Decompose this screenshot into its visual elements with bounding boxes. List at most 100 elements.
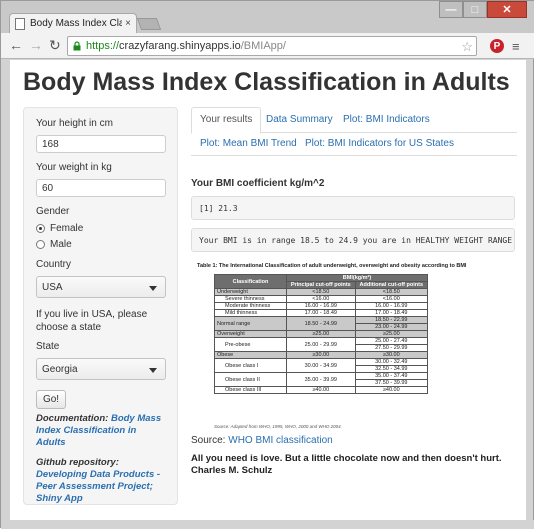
classification-cell: Underweight (214, 288, 287, 296)
table-row: Severe thinness <16.00 <16.00 (214, 295, 429, 303)
browser-tab[interactable]: Body Mass Index Cla × (9, 13, 137, 33)
additional-cutoff-cell: 17.00 - 18.49 (354, 309, 429, 317)
additional-cutoff-cell: ≥40.00 (354, 386, 429, 394)
height-label: Your height in cm (36, 118, 113, 129)
address-bar[interactable]: https://crazyfarang.shinyapps.io/BMIApp/… (67, 36, 477, 56)
gender-option-label: Male (50, 239, 72, 250)
table-header-row: Classification BMI(kg/m²) (214, 274, 428, 289)
radio-male[interactable] (36, 240, 45, 249)
state-value: Georgia (42, 364, 78, 375)
additional-cutoff-cell: 23.00 - 24.99 (354, 323, 429, 331)
table-row: Mild thinness 17.00 - 18.49 17.00 - 18.49 (214, 309, 429, 317)
url-host: crazyfarang.shinyapps.io (119, 40, 241, 52)
weight-input[interactable]: 60 (36, 179, 166, 197)
classification-cell: Obese class III (214, 386, 287, 394)
go-button[interactable]: Go! (36, 390, 66, 409)
page-title: Body Mass Index Classification in Adults (23, 68, 510, 96)
gender-option-label: Female (50, 223, 84, 234)
menu-icon[interactable]: ≡ (512, 39, 520, 54)
maximize-button[interactable]: □ (463, 1, 487, 18)
tab-data-summary[interactable]: Data Summary (266, 114, 333, 125)
repository-prefix: Github repository: (36, 457, 119, 468)
minimize-button[interactable]: — (439, 1, 463, 18)
bmi-range-output: Your BMI is in range 18.5 to 24.9 you ar… (191, 228, 515, 252)
table-row: Pre-obese 25.00 - 29.99 25.00 - 27.49 (214, 337, 429, 352)
tab-row-2: Plot: Mean BMI Trend Plot: BMI Indicator… (191, 133, 517, 156)
principal-cutoff-cell: 17.00 - 18.49 (286, 309, 356, 317)
table-row: Normal range 18.50 - 24.99 18.50 - 22.99 (214, 316, 429, 331)
usa-note: If you live in USA, please choose a stat… (36, 309, 148, 333)
tab-your-results[interactable]: Your results (191, 107, 262, 134)
gender-label: Gender (36, 206, 70, 217)
country-label: Country (36, 259, 72, 270)
source-prefix: Source: (191, 435, 229, 446)
principal-cutoff-cell: 16.00 - 16.99 (286, 302, 356, 310)
radio-female[interactable] (36, 224, 45, 233)
state-select[interactable]: Georgia (36, 358, 166, 380)
tab-plot-us-states[interactable]: Plot: BMI Indicators for US States (305, 138, 454, 149)
tab-plot-mean-bmi-trend[interactable]: Plot: Mean BMI Trend (200, 138, 297, 149)
tab-plot-bmi-indicators[interactable]: Plot: BMI Indicators (343, 114, 430, 125)
header-classification: Classification (214, 274, 287, 289)
reload-icon[interactable]: ↻ (49, 38, 61, 52)
tab-close-icon[interactable]: × (125, 18, 131, 29)
table-row: Obese class I 30.00 - 34.99 30.00 - 32.49 (214, 358, 429, 373)
additional-cutoff-cell: ≥30.00 (354, 351, 429, 359)
who-table-source: Source: Adapted from WHO, 1995, WHO, 200… (214, 424, 342, 429)
additional-cutoff-cell: 37.50 - 39.99 (354, 379, 429, 387)
url-path: /BMIApp/ (240, 40, 286, 52)
close-window-button[interactable]: ✕ (487, 1, 527, 18)
classification-cell: Pre-obese (214, 337, 287, 352)
source-line: Source: WHO BMI classification (191, 435, 333, 446)
forward-arrow-icon[interactable]: → (29, 38, 43, 52)
who-classification-table: Classification BMI(kg/m²) Principal cut-… (214, 274, 429, 394)
classification-cell: Obese (214, 351, 287, 359)
who-classification-link[interactable]: WHO BMI classification (228, 435, 332, 446)
browser-window: Body Mass Index Cla × — □ ✕ ← → ↻ https:… (0, 0, 534, 529)
window-controls: — □ ✕ (439, 1, 527, 18)
repository-link[interactable]: Developing Data Products - Peer Assessme… (36, 469, 160, 504)
chevron-down-icon (149, 286, 157, 291)
pinterest-extension-icon[interactable]: P (490, 39, 504, 53)
classification-cell: Moderate thinness (214, 302, 287, 310)
bmi-coefficient-output: [1] 21.3 (191, 196, 515, 220)
additional-cutoff-cell: ≥25.00 (354, 330, 429, 338)
lock-icon (73, 41, 81, 51)
principal-cutoff-cell: <16.00 (286, 295, 356, 303)
tab-row-1: Your results Data Summary Plot: BMI Indi… (191, 107, 517, 134)
gender-option-male[interactable]: Male (36, 239, 165, 250)
repository-note: Github repository: Developing Data Produ… (36, 457, 165, 505)
gender-option-female[interactable]: Female (36, 223, 165, 234)
additional-cutoff-cell: <16.00 (354, 295, 429, 303)
state-label: State (36, 341, 60, 352)
new-tab-button[interactable] (136, 18, 162, 30)
header-bmi: BMI(kg/m²) (286, 274, 428, 282)
header-principal: Principal cut-off points (286, 281, 356, 289)
height-input[interactable]: 168 (36, 135, 166, 153)
documentation-note: Documentation: Body Mass Index Classific… (36, 413, 165, 449)
principal-cutoff-cell: 18.50 - 24.99 (286, 316, 356, 331)
bookmark-star-icon[interactable]: ☆ (461, 39, 473, 55)
quote-author: Charles M. Schulz (191, 465, 273, 476)
additional-cutoff-cell: 30.00 - 32.49 (354, 358, 429, 366)
title-bar: Body Mass Index Cla × — □ ✕ (1, 1, 534, 33)
back-arrow-icon[interactable]: ← (9, 38, 23, 52)
classification-cell: Severe thinness (214, 295, 287, 303)
additional-cutoff-cell: 16.00 - 16.99 (354, 302, 429, 310)
additional-cutoff-cell: 18.50 - 22.99 (354, 316, 429, 324)
table-row: Obese class III ≥40.00 ≥40.00 (214, 386, 429, 394)
quote: All you need is love. But a little choco… (191, 453, 517, 477)
country-select[interactable]: USA (36, 276, 166, 298)
classification-cell: Obese class II (214, 372, 287, 387)
url-scheme: https:// (86, 40, 120, 52)
classification-cell: Mild thinness (214, 309, 287, 317)
classification-cell: Normal range (214, 316, 287, 331)
additional-cutoff-cell: 35.00 - 37.49 (354, 372, 429, 380)
weight-label: Your weight in kg (36, 162, 112, 173)
principal-cutoff-cell: 35.00 - 39.99 (286, 372, 356, 387)
browser-toolbar: ← → ↻ https://crazyfarang.shinyapps.io/B… (1, 33, 534, 59)
principal-cutoff-cell: ≥25.00 (286, 330, 356, 338)
page-icon (15, 17, 25, 30)
additional-cutoff-cell: <18.50 (354, 288, 429, 296)
quote-text: All you need is love. But a little choco… (191, 453, 502, 464)
